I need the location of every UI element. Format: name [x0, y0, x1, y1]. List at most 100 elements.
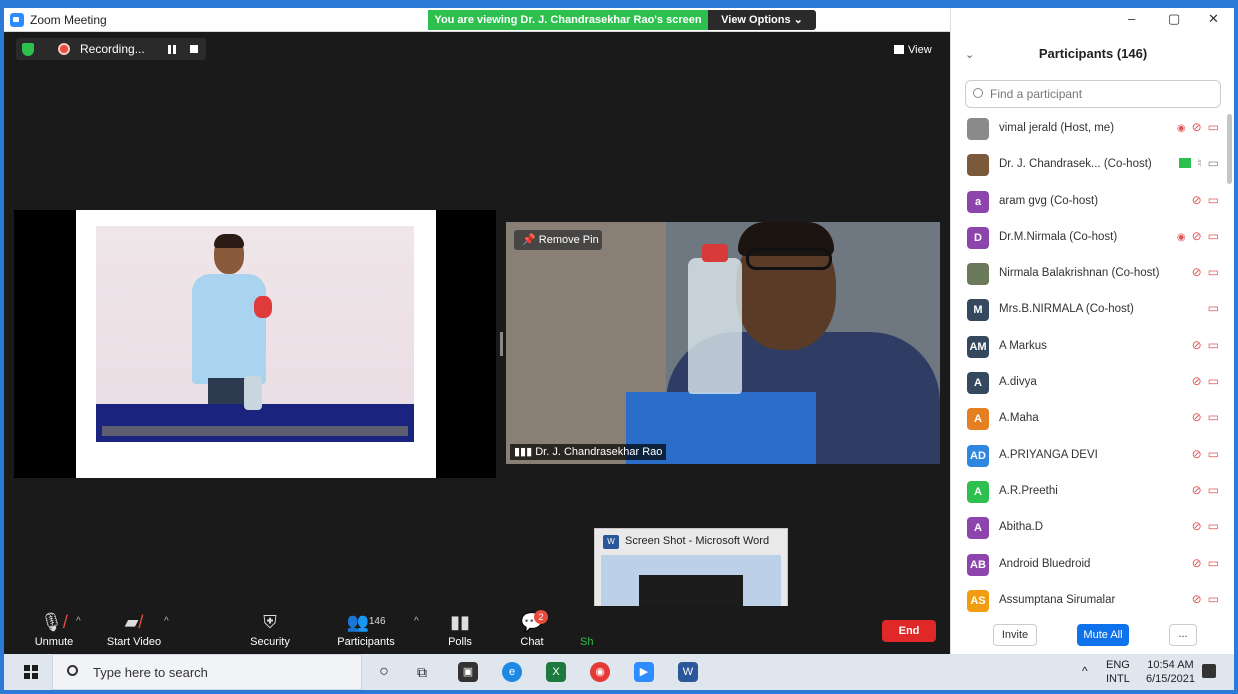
chrome-browser-icon[interactable]: ◉: [590, 662, 610, 682]
participant-row[interactable]: AD A.PRIYANGA DEVI ⊘ ▭: [951, 437, 1225, 473]
video-off-icon[interactable]: ▭: [1208, 483, 1219, 497]
participant-row[interactable]: A A.R.Preethi ⊘ ▭: [951, 473, 1225, 509]
mic-muted-icon[interactable]: ⊘: [1192, 229, 1202, 243]
clock-date: 6/15/2021: [1146, 673, 1195, 685]
mic-muted-icon[interactable]: ⊘: [1192, 410, 1202, 424]
show-hidden-icons-icon[interactable]: ^: [1082, 664, 1088, 678]
restore-icon[interactable]: ▢: [1168, 11, 1180, 27]
participant-row[interactable]: A A.divya ⊘ ▭: [951, 364, 1225, 400]
edge-browser-icon[interactable]: e: [502, 662, 522, 682]
recording-icon[interactable]: ◉: [1177, 123, 1186, 134]
notification-center-icon[interactable]: [1202, 664, 1216, 678]
participant-status-icons: ⊘ ▭: [1186, 193, 1219, 207]
end-meeting-button[interactable]: End: [882, 620, 936, 642]
participant-row[interactable]: vimal jerald (Host, me) ◉ ⊘ ▭: [951, 110, 1225, 146]
security-button[interactable]: ⛨ Security: [230, 610, 310, 648]
video-off-icon[interactable]: ▭: [1208, 410, 1219, 424]
mic-muted-icon[interactable]: ⊘: [1192, 338, 1202, 352]
minimize-icon[interactable]: –: [1128, 11, 1135, 26]
mic-muted-icon[interactable]: ⊘: [1192, 120, 1202, 134]
remove-pin-button[interactable]: 📌 Remove Pin: [514, 230, 602, 250]
invite-button[interactable]: Invite: [993, 624, 1037, 646]
recording-icon[interactable]: ◉: [1177, 232, 1186, 243]
video-off-icon[interactable]: ▭: [1208, 592, 1219, 606]
video-options-caret-icon[interactable]: ^: [164, 616, 169, 627]
cortana-icon[interactable]: ○: [374, 662, 394, 682]
clock[interactable]: 10:54 AM 6/15/2021: [1146, 658, 1195, 686]
avatar: D: [967, 226, 989, 249]
participants-count: 146: [368, 616, 386, 627]
video-off-icon[interactable]: ▭: [1208, 519, 1219, 533]
video-off-icon[interactable]: ▭: [1208, 556, 1219, 570]
mic-muted-icon[interactable]: ⊘: [1192, 447, 1202, 461]
video-off-icon[interactable]: ▭: [1208, 193, 1219, 207]
taskbar-search-text: Type here to search: [93, 665, 208, 680]
video-off-icon[interactable]: ▭: [1208, 301, 1219, 315]
mic-muted-icon[interactable]: ⊘: [1192, 193, 1202, 207]
taskbar-search-box[interactable]: Type here to search: [52, 654, 362, 690]
avatar: AS: [967, 589, 989, 612]
mute-all-button[interactable]: Mute All: [1077, 624, 1129, 646]
pause-recording-icon[interactable]: [168, 45, 176, 54]
participant-name: Dr.M.Nirmala (Co-host): [999, 230, 1118, 243]
camera-name-label: ▮▮▮ Dr. J. Chandrasekhar Rao: [510, 444, 667, 460]
mic-muted-icon[interactable]: ⊘: [1192, 519, 1202, 533]
more-options-button[interactable]: ...: [1169, 624, 1197, 646]
shared-screen-tile[interactable]: [14, 210, 496, 478]
view-options-button[interactable]: View Options ⌄: [708, 10, 816, 30]
camera-tile[interactable]: 📌 Remove Pin ▮▮▮ Dr. J. Chandrasekhar Ra…: [506, 222, 940, 464]
view-button[interactable]: View: [894, 44, 932, 56]
video-off-icon[interactable]: ▭: [1208, 338, 1219, 352]
speaker-glasses: [746, 248, 832, 270]
mic-muted-icon[interactable]: ⊘: [1192, 592, 1202, 606]
thumbnail-title: Screen Shot - Microsoft Word: [625, 535, 770, 547]
participant-status-icons: ♮ ▭: [1179, 156, 1219, 170]
task-view-icon[interactable]: ⧉: [412, 662, 432, 682]
excel-icon[interactable]: X: [546, 662, 566, 682]
participant-row[interactable]: Nirmala Balakrishnan (Co-host) ⊘ ▭: [951, 255, 1225, 291]
participant-status-icons: ◉ ⊘ ▭: [1171, 229, 1219, 243]
audio-options-caret-icon[interactable]: ^: [76, 616, 81, 627]
word-taskbar-icon[interactable]: W: [678, 662, 698, 682]
mic-muted-icon[interactable]: ⊘: [1192, 265, 1202, 279]
encryption-shield-icon[interactable]: [22, 43, 34, 56]
store-icon[interactable]: ▣: [458, 662, 478, 682]
participant-status-icons: ◉ ⊘ ▭: [1171, 120, 1219, 134]
language-indicator[interactable]: ENG INTL: [1106, 658, 1130, 686]
share-screen-label[interactable]: Sh: [580, 636, 593, 648]
mic-muted-icon[interactable]: ⊘: [1192, 556, 1202, 570]
participants-caret-icon[interactable]: ^: [414, 616, 419, 627]
video-off-icon[interactable]: ▭: [1208, 265, 1219, 279]
mic-on-icon[interactable]: ♮: [1197, 156, 1201, 170]
close-icon[interactable]: ✕: [1208, 11, 1219, 27]
start-video-button[interactable]: ▰/ Start Video ^: [94, 610, 174, 648]
participant-row[interactable]: A Abitha.D ⊘ ▭: [951, 509, 1225, 545]
video-off-icon[interactable]: ▭: [1208, 120, 1219, 134]
participant-row[interactable]: Dr. J. Chandrasek... (Co-host) ♮ ▭: [951, 146, 1225, 182]
participant-row[interactable]: a aram gvg (Co-host) ⊘ ▭: [951, 183, 1225, 219]
zoom-taskbar-icon[interactable]: ▶: [634, 662, 654, 682]
video-off-icon[interactable]: ▭: [1208, 374, 1219, 388]
video-seek-bar[interactable]: [102, 426, 408, 436]
mic-muted-icon[interactable]: ⊘: [1192, 483, 1202, 497]
participant-list-scrollbar[interactable]: [1227, 114, 1232, 184]
participant-row[interactable]: M Mrs.B.NIRMALA (Co-host) ▭: [951, 291, 1225, 327]
participant-row[interactable]: AS Assumptana Sirumalar ⊘ ▭: [951, 582, 1225, 618]
unmute-button[interactable]: 🎙/ Unmute ^: [14, 610, 94, 648]
video-on-icon[interactable]: ▭: [1208, 156, 1219, 170]
mic-muted-icon[interactable]: ⊘: [1192, 374, 1202, 388]
participant-row[interactable]: D Dr.M.Nirmala (Co-host) ◉ ⊘ ▭: [951, 219, 1225, 255]
windows-start-icon[interactable]: [24, 665, 38, 679]
chat-button[interactable]: 💬 2 Chat: [492, 610, 572, 648]
tile-resize-handle[interactable]: [500, 332, 503, 356]
participant-row[interactable]: A A.Maha ⊘ ▭: [951, 400, 1225, 436]
participant-row[interactable]: AM A Markus ⊘ ▭: [951, 328, 1225, 364]
participant-row[interactable]: AB Android Bluedroid ⊘ ▭: [951, 546, 1225, 582]
screen-share-icon[interactable]: [1179, 158, 1192, 169]
participants-button[interactable]: 👥146 Participants ^: [326, 610, 418, 648]
stop-recording-icon[interactable]: [190, 45, 198, 53]
video-off-icon[interactable]: ▭: [1208, 229, 1219, 243]
polls-button[interactable]: ▮▮ Polls: [420, 610, 500, 648]
video-off-icon[interactable]: ▭: [1208, 447, 1219, 461]
participant-search-input[interactable]: Find a participant: [965, 80, 1221, 108]
